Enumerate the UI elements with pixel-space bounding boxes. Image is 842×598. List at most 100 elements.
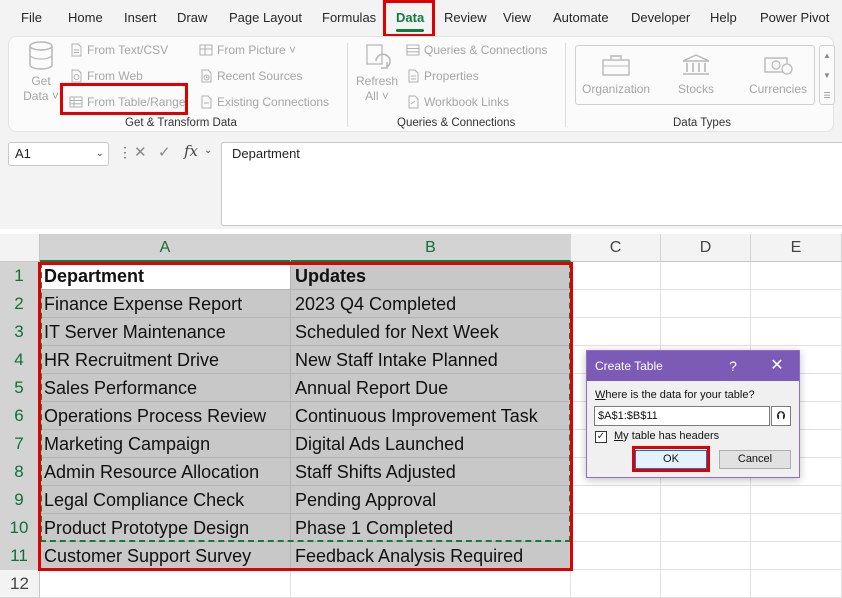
tab-home[interactable]: Home [68, 0, 103, 36]
gallery-down-icon[interactable]: ▼ [820, 66, 834, 86]
column-header-d[interactable]: D [661, 234, 751, 262]
refresh-all-button[interactable]: Refresh All ˅ [355, 41, 399, 104]
cell-a4[interactable]: HR Recruitment Drive [40, 346, 291, 374]
row-header-11[interactable]: 11 [0, 542, 40, 570]
cell-b7[interactable]: Digital Ads Launched [291, 430, 571, 458]
cell-a5[interactable]: Sales Performance [40, 374, 291, 402]
cell-a1[interactable]: Department [40, 262, 291, 290]
currencies-button[interactable]: Currencies [744, 54, 812, 96]
column-header-e[interactable]: E [751, 234, 842, 262]
cell-d11[interactable] [661, 542, 751, 570]
cell-e11[interactable] [751, 542, 842, 570]
tab-formulas[interactable]: Formulas [322, 0, 376, 36]
cell-d2[interactable] [661, 290, 751, 318]
from-picture-button[interactable]: From Picture ˅ [199, 41, 296, 59]
tab-data[interactable]: Data [396, 0, 425, 36]
cell-b2[interactable]: 2023 Q4 Completed [291, 290, 571, 318]
enter-icon[interactable]: ✓ [158, 143, 171, 161]
cell-d10[interactable] [661, 514, 751, 542]
cell-b10[interactable]: Phase 1 Completed [291, 514, 571, 542]
select-all-corner[interactable] [0, 234, 40, 262]
tab-power-pivot[interactable]: Power Pivot [760, 0, 829, 36]
cell-c1[interactable] [571, 262, 661, 290]
cancel-button[interactable]: Cancel [719, 450, 791, 469]
row-header-2[interactable]: 2 [0, 290, 40, 318]
tab-developer[interactable]: Developer [631, 0, 690, 36]
cell-a7[interactable]: Marketing Campaign [40, 430, 291, 458]
more-icon[interactable]: ⋮ [118, 144, 132, 161]
column-header-a[interactable]: A [40, 234, 291, 262]
cell-e1[interactable] [751, 262, 842, 290]
from-table-range-button[interactable]: From Table/Range [69, 93, 186, 111]
row-header-8[interactable]: 8 [0, 458, 40, 486]
cell-a8[interactable]: Admin Resource Allocation [40, 458, 291, 486]
stocks-button[interactable]: Stocks [666, 54, 726, 96]
cell-b4[interactable]: New Staff Intake Planned [291, 346, 571, 374]
cell-c3[interactable] [571, 318, 661, 346]
cell-a3[interactable]: IT Server Maintenance [40, 318, 291, 346]
properties-button[interactable]: Properties [406, 67, 479, 85]
cell-d9[interactable] [661, 486, 751, 514]
organization-button[interactable]: Organization [582, 54, 650, 96]
has-headers-checkbox[interactable]: ✓ [595, 431, 607, 443]
row-header-1[interactable]: 1 [0, 262, 40, 290]
cell-e9[interactable] [751, 486, 842, 514]
cell-e12[interactable] [751, 570, 842, 598]
cancel-icon[interactable]: ✕ [134, 143, 147, 161]
close-icon[interactable]: ✕ [765, 351, 789, 381]
cell-a10[interactable]: Product Prototype Design [40, 514, 291, 542]
cell-e3[interactable] [751, 318, 842, 346]
cell-b3[interactable]: Scheduled for Next Week [291, 318, 571, 346]
cell-d12[interactable] [661, 570, 751, 598]
from-web-button[interactable]: From Web [69, 67, 143, 85]
tab-file[interactable]: File [21, 0, 42, 36]
ok-button[interactable]: OK [635, 450, 707, 469]
tab-insert[interactable]: Insert [124, 0, 157, 36]
cell-b9[interactable]: Pending Approval [291, 486, 571, 514]
tab-page-layout[interactable]: Page Layout [229, 0, 302, 36]
cell-c10[interactable] [571, 514, 661, 542]
collapse-dialog-icon[interactable]: ⮉ [771, 406, 791, 426]
formula-input[interactable]: Department [221, 142, 842, 226]
recent-sources-button[interactable]: Recent Sources [199, 67, 302, 85]
row-header-4[interactable]: 4 [0, 346, 40, 374]
chevron-down-icon[interactable]: ⌄ [204, 145, 212, 156]
queries-connections-button[interactable]: Queries & Connections [406, 41, 547, 59]
cell-a11[interactable]: Customer Support Survey [40, 542, 291, 570]
tab-help[interactable]: Help [710, 0, 737, 36]
cell-c11[interactable] [571, 542, 661, 570]
chevron-down-icon[interactable]: ⌄ [96, 143, 104, 165]
cell-d1[interactable] [661, 262, 751, 290]
name-box[interactable]: A1 ⌄ [8, 142, 109, 166]
range-input[interactable]: $A$1:$B$11 [594, 406, 770, 426]
cell-a9[interactable]: Legal Compliance Check [40, 486, 291, 514]
tab-view[interactable]: View [503, 0, 531, 36]
cell-c12[interactable] [571, 570, 661, 598]
cell-b1[interactable]: Updates [291, 262, 571, 290]
get-data-button[interactable]: Get Data ˅ [19, 41, 63, 104]
cell-d3[interactable] [661, 318, 751, 346]
cell-b12[interactable] [291, 570, 571, 598]
from-text-csv-button[interactable]: From Text/CSV [69, 41, 168, 59]
help-icon[interactable]: ? [723, 351, 743, 381]
row-header-9[interactable]: 9 [0, 486, 40, 514]
cell-b5[interactable]: Annual Report Due [291, 374, 571, 402]
cell-a2[interactable]: Finance Expense Report [40, 290, 291, 318]
row-header-12[interactable]: 12 [0, 570, 40, 598]
row-header-6[interactable]: 6 [0, 402, 40, 430]
cell-c9[interactable] [571, 486, 661, 514]
cell-c2[interactable] [571, 290, 661, 318]
column-header-c[interactable]: C [571, 234, 661, 262]
row-header-10[interactable]: 10 [0, 514, 40, 542]
row-header-7[interactable]: 7 [0, 430, 40, 458]
gallery-up-icon[interactable]: ▲ [820, 46, 834, 66]
row-header-5[interactable]: 5 [0, 374, 40, 402]
cell-e2[interactable] [751, 290, 842, 318]
cell-b6[interactable]: Continuous Improvement Task [291, 402, 571, 430]
cell-e10[interactable] [751, 514, 842, 542]
cell-a6[interactable]: Operations Process Review [40, 402, 291, 430]
insert-function-icon[interactable]: fx [184, 142, 198, 160]
tab-review[interactable]: Review [444, 0, 487, 36]
existing-connections-button[interactable]: Existing Connections [199, 93, 329, 111]
tab-draw[interactable]: Draw [177, 0, 207, 36]
